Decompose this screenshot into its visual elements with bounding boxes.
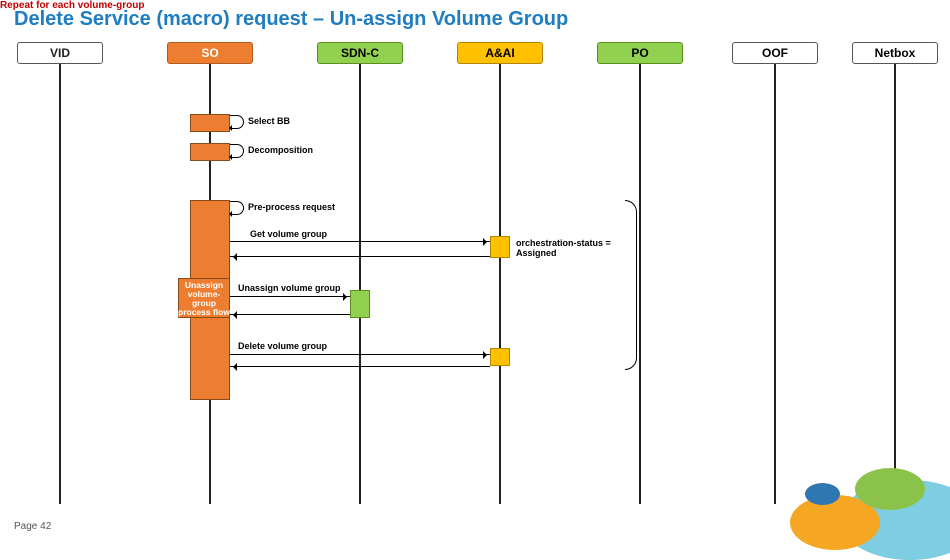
activation-aai-2 bbox=[490, 348, 510, 366]
selfloop-decomp bbox=[230, 144, 244, 158]
lane-header-so: SO bbox=[167, 42, 253, 64]
lifeline-sdnc bbox=[359, 64, 361, 504]
arrow-get-vg-resp bbox=[230, 256, 490, 257]
arrow-delete-resp bbox=[230, 366, 490, 367]
lifeline-aai bbox=[499, 64, 501, 504]
arrow-get-vg-req bbox=[230, 241, 490, 242]
lane-header-po: PO bbox=[597, 42, 683, 64]
decoration-cloud-3 bbox=[855, 468, 925, 510]
note-orch-status: orchestration-status = Assigned bbox=[516, 238, 611, 259]
page-number: Page 42 bbox=[14, 521, 51, 532]
lane-header-aai: A&AI bbox=[457, 42, 543, 64]
selfloop-preprocess bbox=[230, 201, 244, 215]
lifeline-oof bbox=[774, 64, 776, 504]
repeat-bracket bbox=[625, 200, 637, 370]
label-unassign-vg: Unassign volume group bbox=[238, 283, 341, 293]
label-get-vg: Get volume group bbox=[250, 229, 327, 239]
page-title: Delete Service (macro) request – Un-assi… bbox=[14, 8, 568, 31]
lane-header-netbox: Netbox bbox=[852, 42, 938, 64]
activation-sdnc bbox=[350, 290, 370, 318]
lifeline-vid bbox=[59, 64, 61, 504]
arrow-unassign-req bbox=[230, 296, 350, 297]
arrow-unassign-resp bbox=[230, 314, 350, 315]
label-delete-vg: Delete volume group bbox=[238, 341, 327, 351]
lane-header-vid: VID bbox=[17, 42, 103, 64]
arrow-delete-req bbox=[230, 354, 490, 355]
activation-aai-1 bbox=[490, 236, 510, 258]
lifeline-po bbox=[639, 64, 641, 504]
selfloop-selectbb bbox=[230, 115, 244, 129]
decoration-cloud-4 bbox=[805, 483, 840, 505]
lane-header-sdnc: SDN-C bbox=[317, 42, 403, 64]
lane-header-oof: OOF bbox=[732, 42, 818, 64]
label-selectbb: Select BB bbox=[248, 116, 290, 126]
label-preprocess: Pre-process request bbox=[248, 202, 335, 212]
lifeline-netbox bbox=[894, 64, 896, 504]
activation-so-selectbb bbox=[190, 114, 230, 132]
activation-so-decomp bbox=[190, 143, 230, 161]
label-unassign-process: Unassign volume-group process flow bbox=[178, 281, 230, 317]
label-decomp: Decomposition bbox=[248, 145, 313, 155]
